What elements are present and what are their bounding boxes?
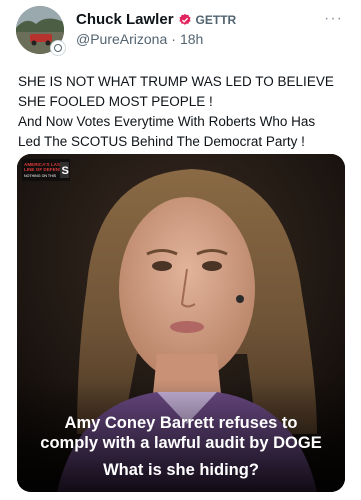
media-caption-question: What is she hiding? bbox=[103, 461, 259, 479]
author-name-row: Chuck Lawler GETTR bbox=[76, 11, 236, 28]
media-caption-line: comply with a lawful audit by DOGE bbox=[40, 434, 322, 452]
avatar-badge-icon bbox=[50, 40, 66, 56]
author-handle[interactable]: @PureArizona bbox=[76, 31, 167, 47]
post-time[interactable]: 18h bbox=[180, 31, 203, 47]
post-text-line: SHE FOOLED MOST PEOPLE ! bbox=[18, 94, 213, 109]
author-display-name[interactable]: Chuck Lawler bbox=[76, 11, 174, 28]
post-text: SHE IS NOT WHAT TRUMP WAS LED TO BELIEVE… bbox=[18, 72, 348, 152]
post-text-line: SHE IS NOT WHAT TRUMP WAS LED TO BELIEVE bbox=[18, 74, 334, 89]
platform-label: GETTR bbox=[195, 12, 237, 27]
post-card[interactable]: Chuck Lawler GETTR @PureArizona · 18h ··… bbox=[0, 0, 361, 500]
svg-text:NOTHING ON THIS: NOTHING ON THIS bbox=[24, 174, 57, 178]
media-caption-line: Amy Coney Barrett refuses to bbox=[64, 414, 298, 432]
post-media[interactable]: AMERICA'S LAST LINE OF DEFENSE NOTHING O… bbox=[17, 154, 345, 492]
separator-dot: · bbox=[171, 31, 176, 47]
svg-text:S: S bbox=[62, 165, 69, 177]
verified-badge-icon bbox=[178, 13, 191, 25]
post-text-line: Led The SCOTUS Behind The Democrat Party… bbox=[18, 134, 305, 149]
post-text-line: And Now Votes Everytime With Roberts Who… bbox=[18, 114, 316, 129]
more-options-icon[interactable]: ··· bbox=[324, 10, 343, 28]
channel-logo: AMERICA'S LAST LINE OF DEFENSE NOTHING O… bbox=[22, 159, 70, 181]
author-handle-row: @PureArizona · 18h bbox=[76, 31, 203, 47]
svg-text:LINE OF DEFENSE: LINE OF DEFENSE bbox=[24, 167, 65, 172]
